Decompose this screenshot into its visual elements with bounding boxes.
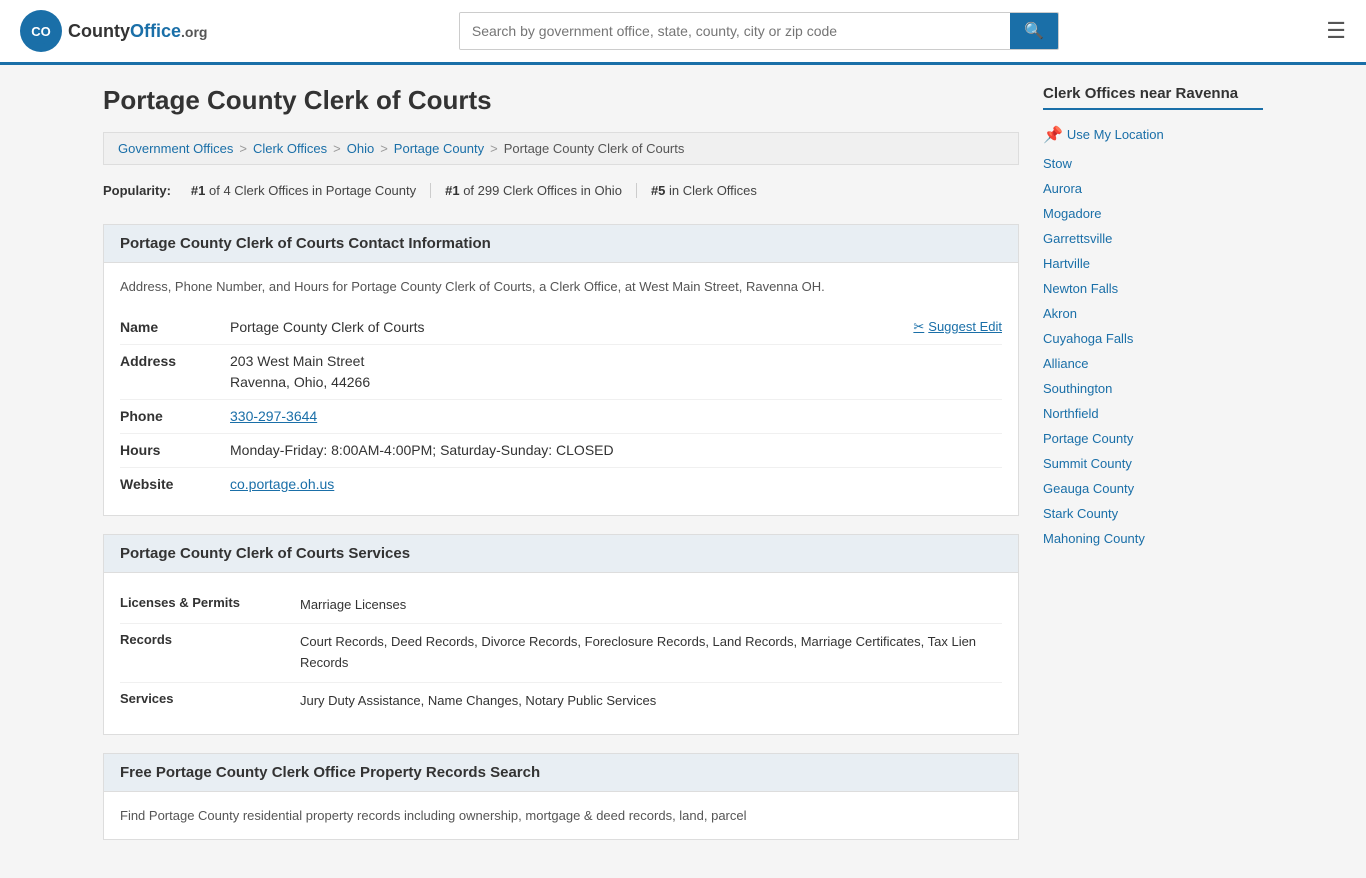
breadcrumb-sep-4: > [490, 141, 498, 156]
sidebar-link-item[interactable]: Garrettsville [1043, 226, 1263, 251]
contact-website-row: Website co.portage.oh.us [120, 468, 1002, 501]
popularity-label: Popularity: [103, 183, 171, 198]
logo-area: CO CountyOffice.org [20, 10, 207, 52]
svc-value-records: Court Records, Deed Records, Divorce Rec… [300, 632, 1002, 674]
services-section: Portage County Clerk of Courts Services … [103, 534, 1019, 735]
svc-value-services: Jury Duty Assistance, Name Changes, Nota… [300, 691, 1002, 712]
search-input[interactable] [460, 13, 1010, 49]
property-section-header: Free Portage County Clerk Office Propert… [104, 754, 1018, 792]
website-value: co.portage.oh.us [230, 474, 1002, 495]
sidebar: Clerk Offices near Ravenna 📌 Use My Loca… [1043, 85, 1263, 858]
edit-icon: ✂ [913, 317, 924, 337]
site-logo-text[interactable]: CountyOffice.org [68, 20, 207, 43]
breadcrumb-government-offices[interactable]: Government Offices [118, 141, 233, 156]
website-label: Website [120, 474, 230, 492]
name-label: Name [120, 317, 230, 335]
sidebar-link-item[interactable]: Geauga County [1043, 476, 1263, 501]
sidebar-link-item[interactable]: Southington [1043, 376, 1263, 401]
sidebar-use-location[interactable]: 📌 Use My Location [1043, 122, 1263, 147]
contact-hours-row: Hours Monday-Friday: 8:00AM-4:00PM; Satu… [120, 434, 1002, 468]
breadcrumb-clerk-offices[interactable]: Clerk Offices [253, 141, 327, 156]
sidebar-link-item[interactable]: Aurora [1043, 176, 1263, 201]
phone-label: Phone [120, 406, 230, 424]
sidebar-link-item[interactable]: Akron [1043, 301, 1263, 326]
sidebar-link-item[interactable]: Portage County [1043, 426, 1263, 451]
header: CO CountyOffice.org 🔍 ☰ [0, 0, 1366, 65]
popularity-bar: Popularity: #1 of 4 Clerk Offices in Por… [103, 177, 1019, 204]
address-line1: 203 West Main Street [230, 351, 1002, 372]
location-pin-icon: 📌 [1043, 125, 1063, 145]
suggest-edit-button[interactable]: ✂ Suggest Edit [913, 317, 1002, 337]
page-title: Portage County Clerk of Courts [103, 85, 1019, 116]
use-my-location-link[interactable]: Use My Location [1067, 122, 1164, 147]
svc-label-licenses: Licenses & Permits [120, 595, 300, 610]
main-container: Portage County Clerk of Courts Governmen… [83, 65, 1283, 878]
svc-row-services: Services Jury Duty Assistance, Name Chan… [120, 683, 1002, 720]
phone-link[interactable]: 330-297-3644 [230, 408, 317, 424]
address-label: Address [120, 351, 230, 369]
search-button[interactable]: 🔍 [1010, 13, 1058, 49]
sidebar-link-item[interactable]: Mogadore [1043, 201, 1263, 226]
sidebar-title: Clerk Offices near Ravenna [1043, 85, 1263, 110]
sidebar-link-item[interactable]: Summit County [1043, 451, 1263, 476]
sidebar-link-item[interactable]: Cuyahoga Falls [1043, 326, 1263, 351]
sidebar-link-item[interactable]: Hartville [1043, 251, 1263, 276]
breadcrumb-portage-county[interactable]: Portage County [394, 141, 484, 156]
search-input-wrap: 🔍 [459, 12, 1059, 50]
popularity-item-2: #1 of 299 Clerk Offices in Ohio [431, 183, 637, 198]
search-area: 🔍 [459, 12, 1059, 50]
header-right: ☰ [1310, 18, 1346, 44]
breadcrumb-sep-3: > [380, 141, 388, 156]
sidebar-link-item[interactable]: Newton Falls [1043, 276, 1263, 301]
name-row-inner: Portage County Clerk of Courts ✂ Suggest… [230, 317, 1002, 338]
sidebar-link-item[interactable]: Stark County [1043, 501, 1263, 526]
svc-row-licenses: Licenses & Permits Marriage Licenses [120, 587, 1002, 625]
breadcrumb-sep-1: > [239, 141, 247, 156]
sidebar-link-item[interactable]: Mahoning County [1043, 526, 1263, 551]
address-line2: Ravenna, Ohio, 44266 [230, 372, 1002, 393]
contact-name-text: Portage County Clerk of Courts [230, 317, 425, 338]
property-section-body: Find Portage County residential property… [104, 792, 1018, 840]
sidebar-links: StowAuroraMogadoreGarrettsvilleHartville… [1043, 151, 1263, 551]
contact-address-row: Address 203 West Main Street Ravenna, Oh… [120, 345, 1002, 400]
svc-row-records: Records Court Records, Deed Records, Div… [120, 624, 1002, 683]
contact-phone-row: Phone 330-297-3644 [120, 400, 1002, 434]
address-value: 203 West Main Street Ravenna, Ohio, 4426… [230, 351, 1002, 393]
content-area: Portage County Clerk of Courts Governmen… [103, 85, 1019, 858]
contact-section-header: Portage County Clerk of Courts Contact I… [104, 225, 1018, 263]
breadcrumb: Government Offices > Clerk Offices > Ohi… [103, 132, 1019, 165]
name-value: Portage County Clerk of Courts ✂ Suggest… [230, 317, 1002, 338]
contact-section-body: Address, Phone Number, and Hours for Por… [104, 263, 1018, 515]
phone-value: 330-297-3644 [230, 406, 1002, 427]
breadcrumb-current: Portage County Clerk of Courts [504, 141, 685, 156]
website-link[interactable]: co.portage.oh.us [230, 476, 334, 492]
breadcrumb-sep-2: > [333, 141, 341, 156]
svc-label-services: Services [120, 691, 300, 706]
sidebar-link-item[interactable]: Northfield [1043, 401, 1263, 426]
suggest-edit-label: Suggest Edit [928, 317, 1002, 337]
contact-name-row: Name Portage County Clerk of Courts ✂ Su… [120, 311, 1002, 345]
popularity-item-1: #1 of 4 Clerk Offices in Portage County [177, 183, 431, 198]
logo-icon: CO [20, 10, 62, 52]
property-section: Free Portage County Clerk Office Propert… [103, 753, 1019, 841]
hours-label: Hours [120, 440, 230, 458]
breadcrumb-ohio[interactable]: Ohio [347, 141, 374, 156]
svc-label-records: Records [120, 632, 300, 647]
contact-section: Portage County Clerk of Courts Contact I… [103, 224, 1019, 516]
hours-value: Monday-Friday: 8:00AM-4:00PM; Saturday-S… [230, 440, 1002, 461]
popularity-item-3: #5 in Clerk Offices [637, 183, 771, 198]
services-section-header: Portage County Clerk of Courts Services [104, 535, 1018, 573]
svc-value-licenses: Marriage Licenses [300, 595, 1002, 616]
sidebar-link-item[interactable]: Alliance [1043, 351, 1263, 376]
menu-icon[interactable]: ☰ [1326, 18, 1346, 44]
sidebar-link-item[interactable]: Stow [1043, 151, 1263, 176]
property-description: Find Portage County residential property… [120, 806, 1002, 826]
services-section-body: Licenses & Permits Marriage Licenses Rec… [104, 573, 1018, 734]
svg-text:CO: CO [31, 24, 51, 39]
contact-description: Address, Phone Number, and Hours for Por… [120, 277, 1002, 297]
